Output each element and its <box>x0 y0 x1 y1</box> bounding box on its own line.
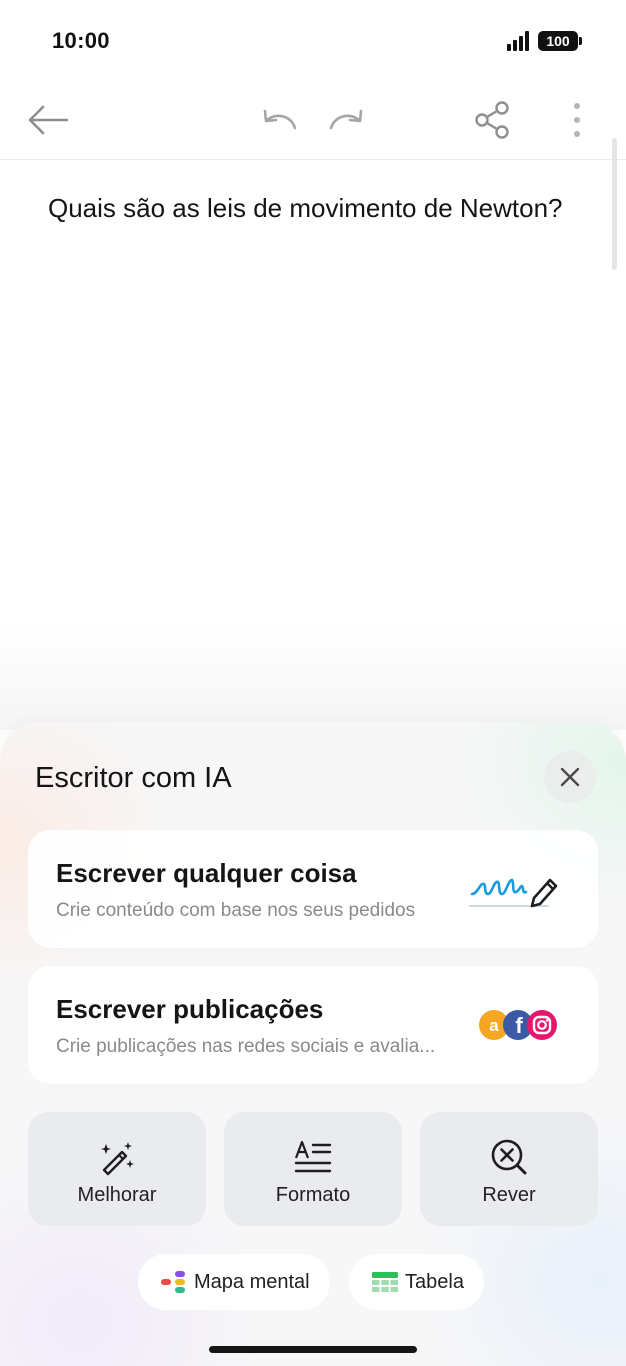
fade-overlay <box>0 620 626 730</box>
mind-map-icon <box>161 1271 185 1293</box>
more-options-button[interactable] <box>549 92 605 148</box>
write-anything-card[interactable]: Escrever qualquer coisa Crie conteúdo co… <box>28 830 598 948</box>
scrollbar[interactable] <box>612 138 617 270</box>
table-icon <box>372 1272 398 1292</box>
handwriting-pencil-icon <box>469 878 558 908</box>
format-button[interactable]: Formato <box>224 1112 402 1226</box>
review-button[interactable]: Rever <box>420 1112 598 1226</box>
svg-text:a: a <box>489 1016 499 1035</box>
undo-button[interactable] <box>252 92 308 148</box>
share-button[interactable] <box>465 92 521 148</box>
card-subtitle: Crie publicações nas redes sociais e ava… <box>56 1036 436 1057</box>
table-chip[interactable]: Tabela <box>349 1254 484 1310</box>
svg-text:f: f <box>515 1013 523 1038</box>
more-vertical-icon <box>574 103 580 137</box>
undo-icon <box>263 109 297 130</box>
ai-writer-sheet: Escritor com IA Escrever qualquer coisa … <box>0 722 626 1366</box>
improve-button[interactable]: Melhorar <box>28 1112 206 1226</box>
battery-icon: 100 <box>538 31 582 51</box>
social-media-icons: a f <box>479 1010 557 1040</box>
back-button[interactable] <box>20 92 76 148</box>
chip-label: Tabela <box>405 1270 464 1293</box>
editor-toolbar <box>0 80 626 160</box>
write-posts-card[interactable]: Escrever publicações Crie publicações na… <box>28 966 598 1084</box>
magic-wand-icon <box>98 1138 136 1176</box>
share-icon <box>475 101 509 139</box>
redo-button[interactable] <box>318 92 374 148</box>
status-time: 10:00 <box>52 28 110 53</box>
review-search-icon <box>490 1138 528 1176</box>
tile-label: Melhorar <box>77 1184 157 1206</box>
tile-label: Formato <box>275 1184 351 1206</box>
tile-label: Rever <box>482 1184 536 1206</box>
cellular-signal-icon <box>507 31 531 51</box>
chip-label: Mapa mental <box>194 1270 310 1293</box>
mind-map-chip[interactable]: Mapa mental <box>138 1254 330 1310</box>
arrow-left-icon <box>28 105 69 135</box>
home-indicator[interactable] <box>209 1346 417 1353</box>
text-format-icon <box>294 1138 332 1176</box>
close-button[interactable] <box>544 751 596 803</box>
card-subtitle: Crie conteúdo com base nos seus pedidos <box>56 900 416 921</box>
note-body-text[interactable]: Quais são as leis de movimento de Newton… <box>48 186 568 231</box>
close-icon <box>560 767 580 787</box>
card-title: Escrever qualquer coisa <box>56 858 357 888</box>
status-bar: 10:00 100 <box>0 0 626 80</box>
card-title: Escrever publicações <box>56 994 324 1024</box>
sheet-title: Escritor com IA <box>35 762 232 794</box>
redo-icon <box>329 109 363 130</box>
